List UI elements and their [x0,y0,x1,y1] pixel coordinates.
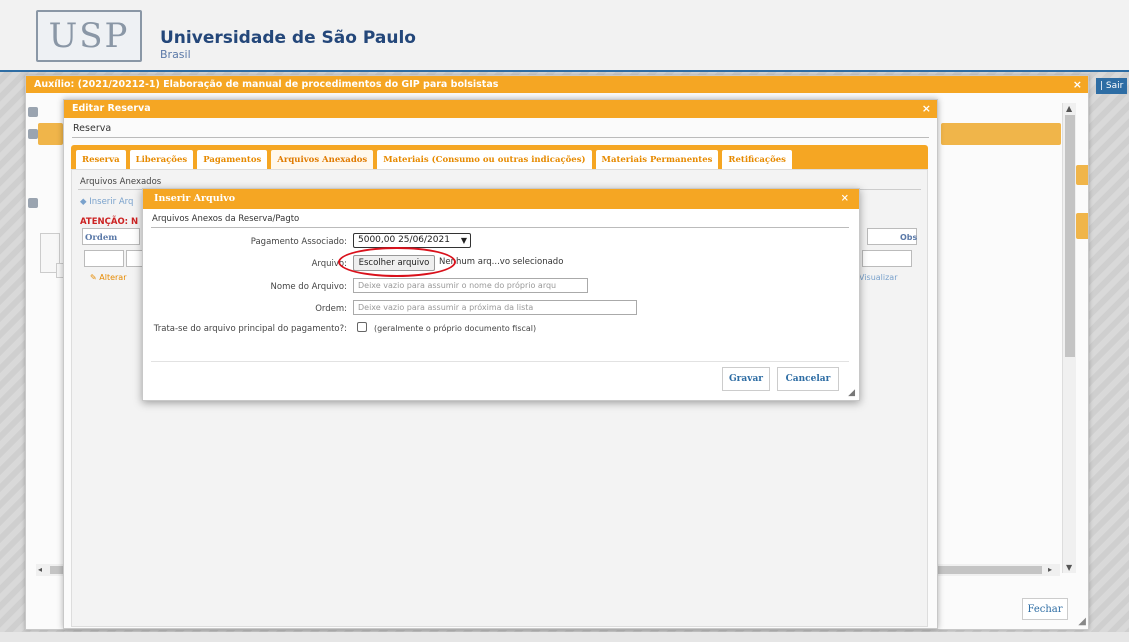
reserva-tabs: Reserva Liberações Pagamentos Arquivos A… [71,145,928,169]
resize-grip-icon[interactable]: ◢ [1078,616,1086,627]
arquivo-principal-hint: (geralmente o próprio documento fiscal) [374,324,537,333]
atencao-warning: ATENÇÃO: N [80,217,139,227]
modal-section-divider [151,227,849,228]
tab-pagamentos[interactable]: Pagamentos [197,150,268,169]
inserir-arquivo-link[interactable]: ◆ Inserir Arq [80,197,133,207]
background-icon [28,129,38,139]
pagamento-label: Pagamento Associado: [250,237,347,247]
site-header: USP Universidade de São Paulo Brasil [0,0,1129,70]
inserir-arquivo-titlebar[interactable]: Inserir Arquivo × [143,189,859,209]
auxilio-dialog-title: Auxílio: (2021/20212-1) Elaboração de ma… [34,79,499,90]
alterar-label: Alterar [99,273,127,282]
background-tab [38,123,63,145]
highlight-circle [338,247,456,277]
university-subtitle: Brasil [160,48,191,61]
fechar-button[interactable]: Fechar [1022,598,1068,620]
vertical-scroll-thumb[interactable] [1065,115,1075,357]
nome-arquivo-label: Nome do Arquivo: [270,282,347,292]
inserir-arquivo-label: Inserir Arq [89,197,134,207]
file-status-text: Nenhum arq...vo selecionado [439,257,564,267]
inserir-arquivo-close-icon[interactable]: × [841,189,849,209]
arquivo-principal-checkbox[interactable] [357,322,367,332]
alterar-link[interactable]: ✎ Alterar [90,273,126,282]
editar-reserva-titlebar[interactable]: Editar Reserva × [64,100,937,118]
background-bar [1076,165,1088,185]
tab-materiais-consumo[interactable]: Materiais (Consumo ou outras indicações) [377,150,592,169]
university-name: Universidade de São Paulo [160,28,416,48]
chevron-down-icon: ▼ [460,236,467,245]
modal-section-title: Arquivos Anexos da Reserva/Pagto [152,214,300,224]
scroll-down-icon[interactable]: ▼ [1066,563,1072,572]
arquivo-principal-label: Trata-se do arquivo principal do pagamen… [153,324,347,334]
vertical-scrollbar[interactable]: ▲ ▼ [1062,103,1076,573]
auxilio-close-icon[interactable]: × [1073,76,1082,93]
pagamento-select-value: 5000,00 25/06/2021 [358,235,450,245]
editar-reserva-close-icon[interactable]: × [922,100,931,118]
inserir-arquivo-dialog: Inserir Arquivo × Arquivos Anexos da Res… [142,188,860,401]
gravar-button[interactable]: Gravar [722,367,770,391]
nome-arquivo-input[interactable]: Deixe vazio para assumir o nome do própr… [353,278,588,293]
tab-liberacoes[interactable]: Liberações [129,150,194,169]
usp-logo: USP [36,10,142,62]
obs-cell [862,250,912,267]
background-tab [941,123,1061,145]
visualizar-link[interactable]: Visualizar [859,273,898,282]
scroll-up-icon[interactable]: ▲ [1066,104,1072,113]
logout-link[interactable]: | Sair [1096,78,1128,94]
header-divider [0,70,1129,72]
ordem-cell [84,250,124,267]
background-icon [28,198,38,208]
auxilio-dialog-titlebar[interactable]: Auxílio: (2021/20212-1) Elaboração de ma… [26,76,1088,93]
cancelar-button[interactable]: Cancelar [777,367,839,391]
section-title: Reserva [73,123,112,134]
ordem-column-header: Ordem [85,233,118,243]
obs-column-header: Obs [900,233,918,242]
inserir-arquivo-title: Inserir Arquivo [154,193,236,204]
tab-materiais-permanentes[interactable]: Materiais Permanentes [595,150,719,169]
background-bar [1076,213,1088,239]
page-footer-strip [0,632,1129,642]
scroll-left-icon[interactable]: ◂ [38,565,42,574]
ordem-label: Ordem: [315,304,347,314]
editar-reserva-title: Editar Reserva [72,103,151,114]
ordem-input[interactable]: Deixe vazio para assumir a próxima da li… [353,300,637,315]
tab-reserva[interactable]: Reserva [76,150,126,169]
tab-arquivos-anexados[interactable]: Arquivos Anexados [271,150,374,169]
section-divider [72,137,929,138]
modal-footer-divider [151,361,849,362]
tab-retificacoes[interactable]: Retificações [722,150,792,169]
modal-resize-grip-icon[interactable]: ◢ [848,388,855,398]
pagamento-select[interactable]: 5000,00 25/06/2021 ▼ [353,233,471,248]
anexos-section-title: Arquivos Anexados [80,177,162,187]
background-icon [28,107,38,117]
scroll-right-icon[interactable]: ▸ [1048,565,1052,574]
